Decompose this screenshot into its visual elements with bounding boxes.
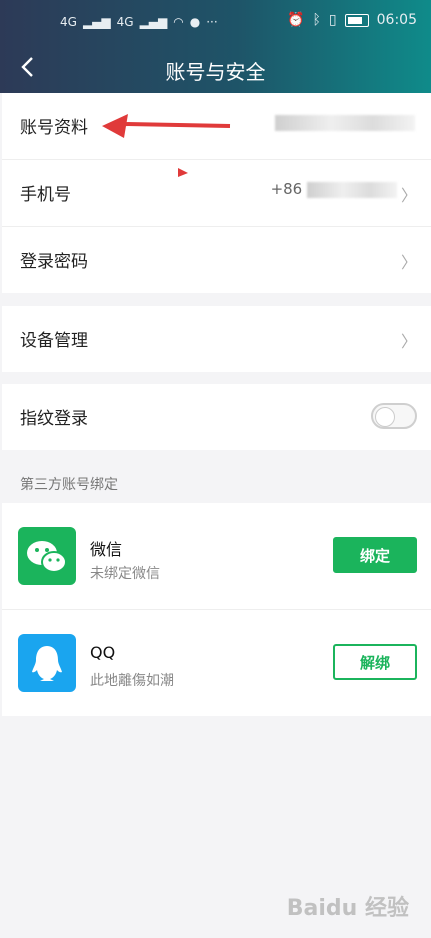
fingerprint-section: 指纹登录 bbox=[2, 384, 431, 450]
chevron-right-icon: 〉 bbox=[400, 253, 417, 272]
row-value: +86 bbox=[271, 180, 397, 198]
wifi-icon: ◠ bbox=[173, 15, 184, 29]
bluetooth-icon: ᛒ bbox=[312, 12, 321, 28]
chevron-right-icon: 〉 bbox=[400, 186, 417, 205]
status-right: ⏰ ᛒ ▯ 06:05 bbox=[287, 12, 417, 28]
bind-wechat-button[interactable]: 绑定 bbox=[333, 537, 417, 573]
blurred-account-avatar bbox=[275, 114, 415, 131]
blurred-phone-number bbox=[307, 181, 397, 198]
third-party-section: 微信 未绑定微信 绑定 QQ 此地離傷如潮 解绑 bbox=[2, 503, 431, 716]
row-label: 登录密码 bbox=[20, 252, 88, 272]
row-label: 手机号 bbox=[20, 185, 71, 205]
row-label: 指纹登录 bbox=[20, 409, 88, 429]
fingerprint-toggle[interactable] bbox=[371, 403, 417, 429]
account-name: QQ bbox=[90, 643, 116, 662]
wechat-icon bbox=[18, 527, 76, 585]
app-header: 4G ▂▄▆ 4G ▂▄▆ ◠ ● ··· ⏰ ᛒ ▯ 06:05 账号与安全 bbox=[0, 0, 431, 93]
row-label: 账号资料 bbox=[20, 118, 88, 138]
account-status: 未绑定微信 bbox=[90, 566, 160, 582]
status-left: 4G ▂▄▆ 4G ▂▄▆ ◠ ● ··· bbox=[60, 15, 218, 29]
account-name: 微信 bbox=[90, 540, 123, 559]
account-status: 此地離傷如潮 bbox=[90, 673, 174, 689]
account-wechat: 微信 未绑定微信 绑定 bbox=[2, 503, 431, 610]
status-bar: 4G ▂▄▆ 4G ▂▄▆ ◠ ● ··· ⏰ ᛒ ▯ 06:05 bbox=[0, 0, 431, 40]
page-title: 账号与安全 bbox=[165, 60, 266, 84]
signal-icon-2: ▂▄▆ bbox=[139, 15, 168, 29]
alarm-icon: ⏰ bbox=[287, 12, 305, 28]
network-4g-icon: 4G bbox=[60, 15, 77, 29]
more-icon: ··· bbox=[206, 15, 218, 29]
watermark: Baidu 经验 bbox=[286, 896, 409, 921]
third-party-section-title: 第三方账号绑定 bbox=[20, 477, 118, 493]
account-qq: QQ 此地離傷如潮 解绑 bbox=[2, 610, 431, 716]
chevron-right-icon: 〉 bbox=[400, 332, 417, 351]
red-arrow-annotation bbox=[102, 114, 231, 177]
notification-icon: ● bbox=[189, 15, 201, 29]
signal-icon: ▂▄▆ bbox=[82, 15, 111, 29]
row-fingerprint-login: 指纹登录 bbox=[2, 384, 431, 450]
row-password[interactable]: 登录密码 〉 bbox=[2, 227, 431, 293]
device-section: 设备管理 〉 bbox=[2, 306, 431, 372]
unbind-qq-button[interactable]: 解绑 bbox=[333, 644, 417, 680]
toggle-knob bbox=[375, 407, 395, 427]
row-device-management[interactable]: 设备管理 〉 bbox=[2, 306, 431, 372]
qq-icon bbox=[18, 634, 76, 692]
row-value bbox=[275, 113, 415, 131]
row-label: 设备管理 bbox=[20, 331, 88, 351]
vibrate-icon: ▯ bbox=[328, 12, 337, 28]
battery-icon bbox=[344, 13, 369, 27]
status-time: 06:05 bbox=[376, 12, 417, 28]
network-4g-icon-2: 4G bbox=[116, 15, 134, 29]
